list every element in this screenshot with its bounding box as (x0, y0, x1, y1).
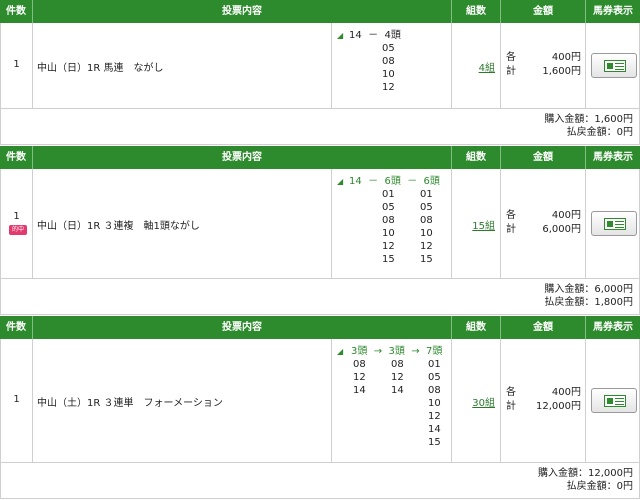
summary-row: 購入金額：1,600円 払戻金額：0円 (0, 109, 640, 145)
combo-column-2: 01 05 08 10 12 15 (382, 189, 395, 265)
summary-row: 購入金額：12,000円 払戻金額：0円 (0, 463, 640, 499)
combos-link[interactable]: 15組 (451, 217, 495, 232)
purchase-amount: 購入金額：12,000円 (538, 468, 633, 479)
ticket-view-button[interactable] (591, 211, 637, 236)
expand-triangle-icon: ◢ (337, 31, 344, 40)
header-amount: 金額 (533, 6, 553, 17)
refund-amount: 払戻金額：1,800円 (544, 297, 633, 308)
ticket-view-button[interactable] (591, 388, 637, 413)
amount-values: 400円 12,000円 (531, 386, 581, 414)
table-header: 件数 投票内容 組数 金額 馬券表示 (0, 146, 640, 169)
header-ticket: 馬券表示 (593, 322, 633, 333)
refund-amount: 払戻金額：0円 (566, 127, 633, 138)
header-amount: 金額 (533, 152, 553, 163)
bet-count: 1 (13, 211, 20, 222)
purchase-amount: 購入金額：1,600円 (544, 114, 633, 125)
combos-link[interactable]: 4組 (451, 59, 495, 74)
header-combos: 組数 (466, 152, 486, 163)
combo-column-2: 05 08 10 12 (382, 43, 395, 93)
header-combos: 組数 (466, 322, 486, 333)
header-count: 件数 (6, 322, 26, 333)
combo-header: 3頭 → 3頭 → 7頭 (351, 346, 443, 357)
combos-link[interactable]: 30組 (451, 394, 495, 409)
hit-badge: 的中 (9, 225, 27, 235)
ticket-icon (604, 218, 626, 230)
table-header: 件数 投票内容 組数 金額 馬券表示 (0, 316, 640, 339)
bet-count: 1 (13, 59, 20, 70)
amount-values: 400円 6,000円 (541, 209, 581, 237)
total-amount: 1,600円 (542, 66, 581, 77)
each-amount: 400円 (551, 387, 581, 398)
summary-row: 購入金額：6,000円 払戻金額：1,800円 (0, 279, 640, 315)
ticket-icon (604, 395, 626, 407)
amount-labels: 各計 (506, 387, 516, 412)
bet-description: 中山（日）1R 馬連 ながし (37, 63, 164, 74)
combo-column-1: 08 12 14 (353, 359, 366, 396)
expand-triangle-icon: ◢ (337, 177, 344, 186)
header-ticket: 馬券表示 (593, 6, 633, 17)
combo-header: 14 － 4頭 (349, 30, 401, 41)
each-amount: 400円 (551, 52, 581, 63)
refund-amount: 払戻金額：0円 (566, 481, 633, 492)
total-amount: 12,000円 (536, 401, 581, 412)
bet-description: 中山（日）1R ３連複 軸1頭ながし (37, 221, 200, 232)
amount-labels: 各計 (506, 210, 516, 235)
total-amount: 6,000円 (542, 224, 581, 235)
bet-count: 1 (13, 394, 20, 405)
combo-column-3: 01 05 08 10 12 14 15 (428, 359, 441, 448)
bet-description: 中山（土）1R ３連単 フォーメーション (37, 398, 223, 409)
header-content: 投票内容 (222, 322, 262, 333)
amount-labels: 各計 (506, 52, 516, 77)
header-ticket: 馬券表示 (593, 152, 633, 163)
expand-triangle-icon: ◢ (337, 347, 344, 356)
header-combos: 組数 (466, 6, 486, 17)
each-amount: 400円 (551, 210, 581, 221)
amount-values: 400円 1,600円 (541, 51, 581, 79)
combo-column-2: 08 12 14 (391, 359, 404, 396)
combo-column-3: 01 05 08 10 12 15 (420, 189, 433, 265)
bet-row: 1 的中 中山（日）1R ３連複 軸1頭ながし ◢ 14 － 6頭 － 6頭 0… (0, 169, 640, 279)
ticket-icon (604, 60, 626, 72)
ticket-view-button[interactable] (591, 53, 637, 78)
purchase-amount: 購入金額：6,000円 (544, 284, 633, 295)
header-count: 件数 (6, 152, 26, 163)
header-count: 件数 (6, 6, 26, 17)
bet-row: 1 中山（日）1R 馬連 ながし ◢ 14 － 4頭 05 08 10 12 4組 … (0, 23, 640, 109)
header-content: 投票内容 (222, 152, 262, 163)
header-amount: 金額 (533, 322, 553, 333)
header-content: 投票内容 (222, 6, 262, 17)
bet-row: 1 中山（土）1R ３連単 フォーメーション ◢ 3頭 → 3頭 → 7頭 08… (0, 339, 640, 463)
table-header: 件数 投票内容 組数 金額 馬券表示 (0, 0, 640, 23)
combo-header: 14 － 6頭 － 6頭 (349, 176, 440, 187)
